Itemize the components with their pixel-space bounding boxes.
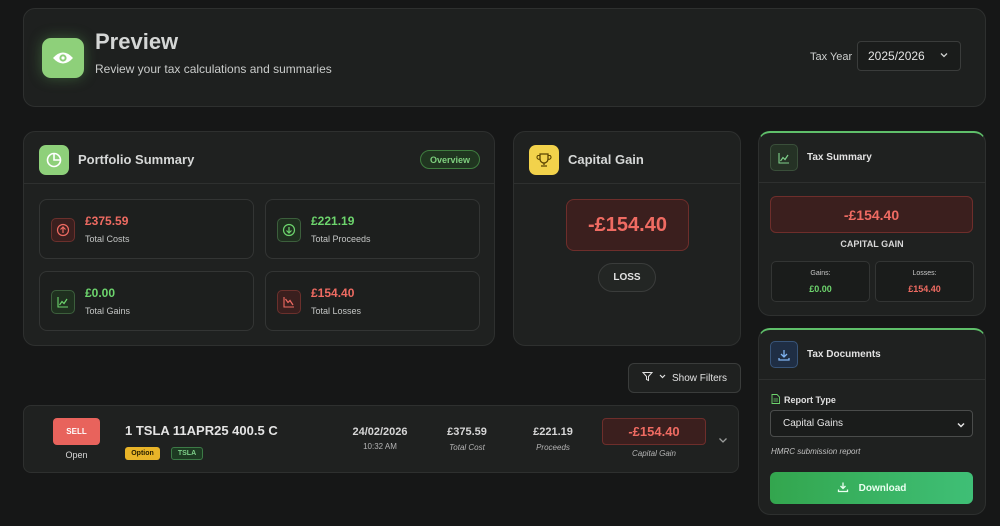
portfolio-summary-header: Portfolio Summary Overview xyxy=(24,132,494,184)
stat-value: £221.19 xyxy=(311,214,355,228)
trophy-icon xyxy=(529,145,559,175)
loss-status-badge: LOSS xyxy=(598,263,656,292)
losses-box: Losses: £154.40 xyxy=(875,261,974,302)
portfolio-summary-card: Portfolio Summary Overview £375.59 Total… xyxy=(23,131,495,346)
chevron-down-icon xyxy=(938,49,950,64)
tax-summary-title: Tax Summary xyxy=(807,152,872,163)
tax-summary-value: -£154.40 xyxy=(770,196,973,233)
stat-total-proceeds: £221.19 Total Proceeds xyxy=(265,199,480,259)
capital-gain-value: -£154.40 xyxy=(566,199,689,251)
document-icon xyxy=(771,394,780,406)
show-filters-label: Show Filters xyxy=(671,372,727,384)
stat-value: £0.00 xyxy=(85,286,116,300)
trade-capital-gain-label: Capital Gain xyxy=(631,449,677,458)
tax-documents-title: Tax Documents xyxy=(807,349,881,360)
tax-year-value: 2025/2026 xyxy=(868,49,925,63)
trade-row[interactable]: SELL Open 1 TSLA 11APR25 400.5 C Option … xyxy=(23,405,739,473)
proceeds-label: Proceeds xyxy=(536,443,570,452)
proceeds-value: £221.19 xyxy=(533,426,573,438)
stat-total-losses: £154.40 Total Losses xyxy=(265,271,480,331)
trade-capital-gain-value: -£154.40 xyxy=(602,418,706,445)
sell-badge: SELL xyxy=(53,418,100,445)
stat-label: Total Costs xyxy=(85,234,130,244)
stat-total-costs: £375.59 Total Costs xyxy=(39,199,254,259)
page-subtitle: Review your tax calculations and summari… xyxy=(95,62,332,76)
report-type-value: Capital Gains xyxy=(783,418,844,429)
page-header: Preview Review your tax calculations and… xyxy=(23,8,986,107)
capital-gain-header: Capital Gain xyxy=(514,132,740,184)
gains-box: Gains: £0.00 xyxy=(771,261,870,302)
losses-value: £154.40 xyxy=(908,284,941,294)
tax-documents-card: Tax Documents Report Type Capital Gains … xyxy=(758,328,986,515)
expand-chevron-icon[interactable] xyxy=(717,433,729,451)
report-type-select[interactable]: Capital Gains xyxy=(770,410,973,437)
tax-documents-header: Tax Documents xyxy=(759,330,985,380)
report-note: HMRC submission report xyxy=(771,447,861,456)
download-icon xyxy=(770,341,798,368)
gains-label: Gains: xyxy=(810,270,831,277)
tax-summary-card: Tax Summary -£154.40 CAPITAL GAIN Gains:… xyxy=(758,131,986,316)
report-type-label: Report Type xyxy=(771,394,836,406)
proceeds-col: £221.19 Proceeds xyxy=(518,426,588,452)
stat-label: Total Gains xyxy=(85,306,131,316)
tax-year-label: Tax Year xyxy=(810,51,853,63)
trade-time: 10:32 AM xyxy=(363,442,397,451)
ticker-tag: TSLA xyxy=(171,447,203,460)
stat-value: £154.40 xyxy=(311,286,355,300)
tax-summary-caption: CAPITAL GAIN xyxy=(840,239,904,249)
total-cost-col: £375.59 Total Cost xyxy=(432,426,502,452)
trade-date-col: 24/02/2026 10:32 AM xyxy=(340,426,420,451)
trend-down-icon xyxy=(277,290,301,314)
tax-year-select[interactable]: 2025/2026 xyxy=(857,41,961,71)
capital-gain-title: Capital Gain xyxy=(568,152,644,167)
total-cost-label: Total Cost xyxy=(449,443,485,452)
eye-icon xyxy=(42,38,84,78)
trade-name: 1 TSLA 11APR25 400.5 C xyxy=(125,423,278,438)
stat-value: £375.59 xyxy=(85,214,129,228)
chart-line-icon xyxy=(770,144,798,171)
portfolio-summary-title: Portfolio Summary xyxy=(78,152,195,167)
arrow-up-circle-icon xyxy=(51,218,75,242)
total-cost-value: £375.59 xyxy=(447,426,487,438)
stat-total-gains: £0.00 Total Gains xyxy=(39,271,254,331)
report-type-label-text: Report Type xyxy=(784,395,836,405)
capital-gain-card: Capital Gain -£154.40 LOSS xyxy=(513,131,741,346)
tax-summary-header: Tax Summary xyxy=(759,133,985,183)
page-title: Preview xyxy=(95,29,179,54)
filter-icon xyxy=(641,371,654,385)
option-tag: Option xyxy=(125,447,160,460)
trade-status: Open xyxy=(65,450,88,460)
download-label: Download xyxy=(858,482,907,494)
download-icon xyxy=(837,481,849,496)
download-button[interactable]: Download xyxy=(770,472,973,504)
chevron-down-icon xyxy=(658,372,667,384)
trend-up-icon xyxy=(51,290,75,314)
trade-date: 24/02/2026 xyxy=(352,426,408,438)
overview-badge: Overview xyxy=(420,150,480,169)
pie-chart-icon xyxy=(39,145,69,175)
stat-label: Total Proceeds xyxy=(311,234,371,244)
stat-label: Total Losses xyxy=(311,306,362,316)
chevron-down-icon xyxy=(955,419,967,434)
arrow-down-circle-icon xyxy=(277,218,301,242)
losses-label: Losses: xyxy=(912,270,937,277)
show-filters-button[interactable]: Show Filters xyxy=(628,363,741,393)
gains-value: £0.00 xyxy=(809,284,832,294)
